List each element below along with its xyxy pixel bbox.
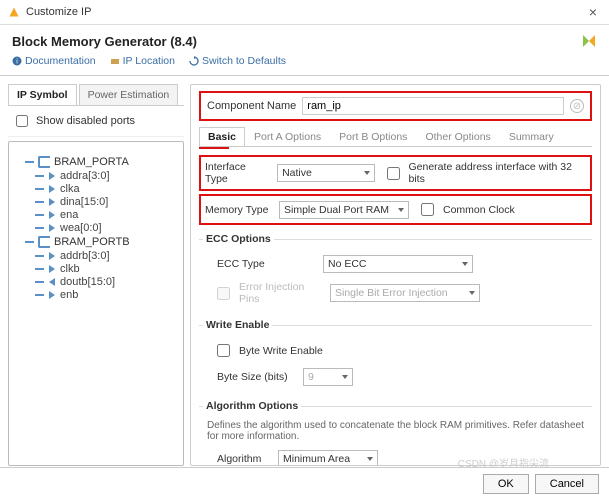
memory-type-row: Memory Type Simple Dual Port RAM Common … [199, 194, 592, 225]
ecc-type-select[interactable]: No ECC [323, 255, 473, 273]
error-injection-select: Single Bit Error Injection [330, 284, 480, 302]
tab-basic[interactable]: Basic [199, 127, 245, 146]
footer: OK Cancel [0, 467, 609, 500]
interface-type-select[interactable]: Native [277, 164, 374, 182]
documentation-link[interactable]: iDocumentation [12, 55, 96, 67]
interface-type-label: Interface Type [205, 161, 271, 185]
algorithm-label: Algorithm [217, 453, 272, 465]
ecc-legend: ECC Options [203, 233, 274, 245]
error-injection-label: Error Injection Pins [239, 281, 324, 305]
active-tab-underline [199, 147, 229, 149]
port-group-b: BRAM_PORTB [25, 236, 175, 248]
refresh-icon [189, 56, 199, 66]
chevron-down-icon [469, 291, 475, 295]
group-bar-icon [25, 161, 34, 163]
port-pin: clkb [35, 263, 175, 275]
algorithm-legend: Algorithm Options [203, 400, 301, 412]
port-pin: addrb[3:0] [35, 250, 175, 262]
tab-port-a[interactable]: Port A Options [245, 127, 330, 146]
byte-size-label: Byte Size (bits) [217, 371, 297, 383]
chevron-down-icon [398, 208, 404, 212]
port-pin: enb [35, 289, 175, 301]
port-pin: clka [35, 183, 175, 195]
pin-in-icon [49, 172, 55, 180]
titlebar: Customize IP × [0, 0, 609, 25]
ecc-type-label: ECC Type [217, 258, 317, 270]
clear-icon[interactable]: ⊘ [570, 99, 584, 113]
ecc-options-group: ECC Options ECC Type No ECC Error Inject… [199, 233, 592, 311]
chevron-down-icon [342, 375, 348, 379]
write-enable-legend: Write Enable [203, 319, 272, 331]
port-group-a: BRAM_PORTA [25, 156, 175, 168]
chevron-down-icon [367, 457, 373, 461]
common-clock-checkbox[interactable] [421, 203, 434, 216]
component-name-row: Component Name ⊘ [199, 91, 592, 121]
memory-type-select[interactable]: Simple Dual Port RAM [279, 201, 409, 219]
byte-size-row: Byte Size (bits) 9 [203, 364, 588, 390]
xilinx-logo-icon [581, 33, 597, 49]
ecc-type-row: ECC Type No ECC [203, 251, 588, 277]
folder-icon [110, 56, 120, 66]
switch-defaults-link[interactable]: Switch to Defaults [189, 55, 286, 67]
byte-we-row: Byte Write Enable [203, 337, 588, 364]
gen-addr-label: Generate address interface with 32 bits [409, 161, 587, 185]
memory-type-label: Memory Type [205, 204, 273, 216]
left-tabs: IP Symbol Power Estimation [8, 84, 184, 106]
info-icon: i [12, 56, 22, 66]
error-injection-checkbox [217, 287, 230, 300]
port-pin: ena [35, 209, 175, 221]
show-disabled-row: Show disabled ports [8, 106, 184, 137]
component-name-input[interactable] [302, 97, 564, 115]
port-pin: addra[3:0] [35, 170, 175, 182]
group-bracket-icon [38, 156, 50, 168]
chevron-down-icon [364, 171, 370, 175]
algorithm-options-group: Algorithm Options Defines the algorithm … [199, 400, 592, 466]
pin-bar-icon [35, 175, 44, 177]
right-panel: Component Name ⊘ Basic Port A Options Po… [190, 84, 601, 466]
tab-ip-symbol[interactable]: IP Symbol [8, 84, 77, 105]
error-injection-row: Error Injection Pins Single Bit Error In… [203, 277, 588, 309]
algorithm-note: Defines the algorithm used to concatenat… [207, 420, 584, 442]
interface-type-row: Interface Type Native Generate address i… [199, 155, 592, 191]
algorithm-select[interactable]: Minimum Area [278, 450, 378, 466]
port-pin: dina[15:0] [35, 196, 175, 208]
write-enable-group: Write Enable Byte Write Enable Byte Size… [199, 319, 592, 392]
common-clock-label: Common Clock [443, 204, 515, 216]
algorithm-row: Algorithm Minimum Area [203, 446, 588, 466]
port-pin: wea[0:0] [35, 222, 175, 234]
linkbar: iDocumentation IP Location Switch to Def… [0, 53, 609, 76]
show-disabled-checkbox[interactable] [16, 115, 28, 127]
window-title: Customize IP [26, 6, 585, 18]
right-tabs: Basic Port A Options Port B Options Othe… [199, 127, 592, 147]
close-icon[interactable]: × [585, 4, 601, 20]
ok-button[interactable]: OK [483, 474, 529, 494]
ip-location-link[interactable]: IP Location [110, 55, 175, 67]
gen-addr-checkbox[interactable] [387, 167, 400, 180]
byte-we-label: Byte Write Enable [239, 345, 323, 357]
port-pin: doutb[15:0] [35, 276, 175, 288]
component-name-label: Component Name [207, 100, 296, 112]
left-panel: IP Symbol Power Estimation Show disabled… [8, 84, 184, 466]
app-icon [8, 6, 20, 18]
tab-summary[interactable]: Summary [500, 127, 563, 146]
chevron-down-icon [462, 262, 468, 266]
header: Block Memory Generator (8.4) [0, 25, 609, 53]
tab-port-b[interactable]: Port B Options [330, 127, 416, 146]
tab-power-estimation[interactable]: Power Estimation [79, 84, 179, 105]
show-disabled-label: Show disabled ports [36, 115, 135, 127]
tab-other[interactable]: Other Options [416, 127, 499, 146]
byte-size-select: 9 [303, 368, 353, 386]
page-title: Block Memory Generator (8.4) [12, 34, 581, 49]
ip-symbol-view: BRAM_PORTA addra[3:0] clka dina[15:0] en… [8, 141, 184, 466]
cancel-button[interactable]: Cancel [535, 474, 599, 494]
pin-out-icon [49, 278, 55, 286]
byte-we-checkbox[interactable] [217, 344, 230, 357]
